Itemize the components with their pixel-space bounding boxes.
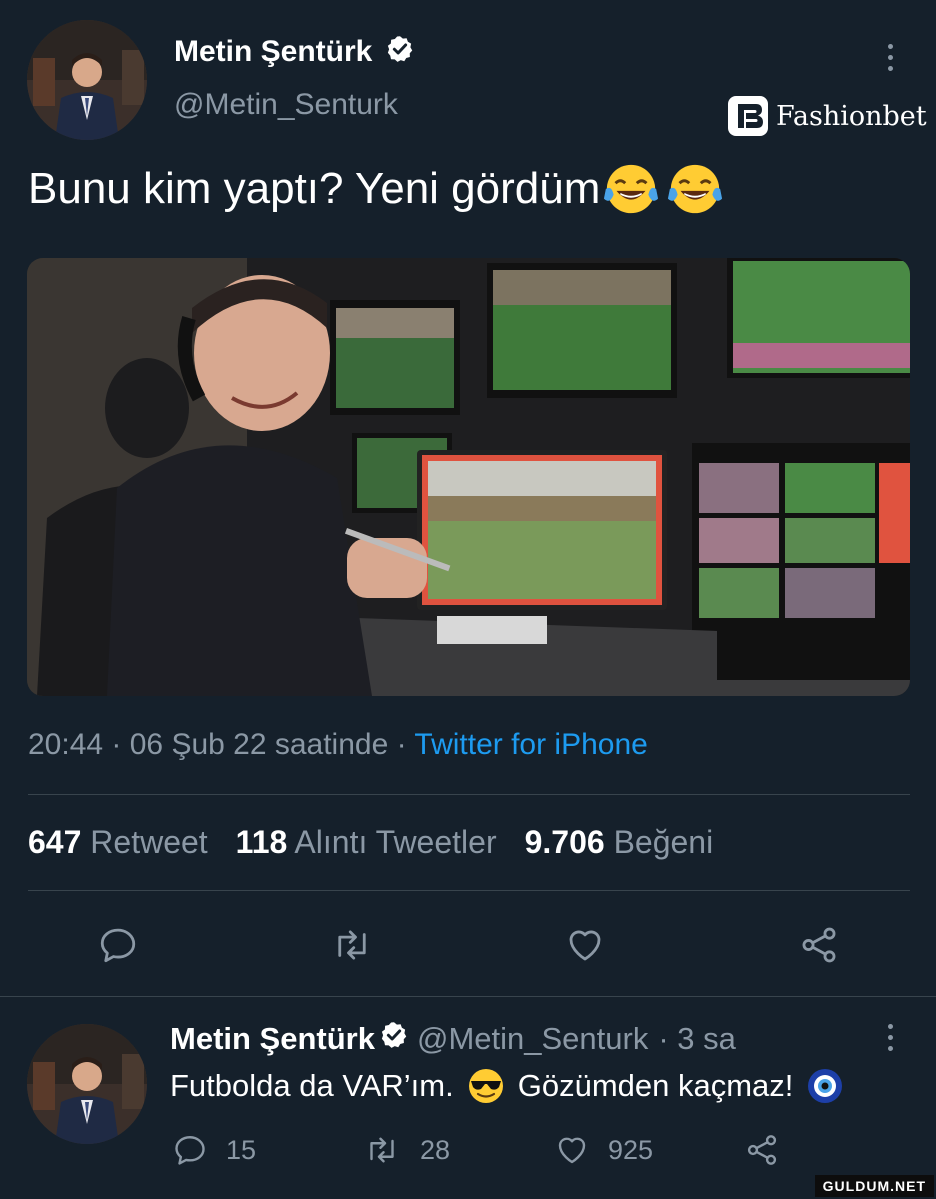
tweet-stats: 647 Retweet 118 Alıntı Tweetler 9.706 Be… xyxy=(28,824,713,861)
reply-share-action[interactable] xyxy=(744,1132,780,1173)
reply-count: 15 xyxy=(226,1134,257,1165)
tears-of-joy-emoji-icon xyxy=(604,164,659,214)
retweet-icon xyxy=(370,1137,394,1163)
author-name[interactable]: Metin Şentürk xyxy=(174,35,372,68)
reply-text-part1: Futbolda da VAR’ım. xyxy=(170,1068,454,1103)
reply-author-handle[interactable]: @Metin_Senturk xyxy=(417,1021,648,1057)
fashionbet-wordmark: Fashionbet xyxy=(776,100,927,132)
reply-retweet-action[interactable]: 28 xyxy=(362,1132,450,1168)
reply-author-avatar[interactable] xyxy=(27,1024,147,1144)
site-watermark: GULDUM.NET xyxy=(814,1175,934,1197)
like-icon[interactable] xyxy=(564,924,606,966)
reply-header: Metin Şentürk @Metin_Senturk · 3 sa xyxy=(170,1020,736,1058)
tweet-text: Bunu kim yaptı? Yeni gördüm xyxy=(28,164,601,213)
reply-time[interactable]: · 3 sa xyxy=(658,1021,736,1057)
reply-more-options-icon[interactable] xyxy=(886,1024,894,1051)
nazar-amulet-emoji-icon xyxy=(808,1069,843,1103)
verified-badge-icon xyxy=(385,34,415,72)
tweet-photo[interactable] xyxy=(27,258,910,696)
fashionbet-logo: Fashionbet xyxy=(726,94,927,138)
tweet-text-row: Bunu kim yaptı? Yeni gördüm xyxy=(28,160,724,218)
retweet-stat[interactable]: 647 Retweet xyxy=(28,824,208,861)
reply-text-part2: Gözümden kaçmaz! xyxy=(517,1068,794,1103)
verified-badge-icon xyxy=(379,1020,409,1058)
reply-author-name[interactable]: Metin Şentürk xyxy=(170,1021,375,1057)
tweet-source-link[interactable]: Twitter for iPhone xyxy=(414,728,647,761)
reply-icon[interactable] xyxy=(97,924,139,966)
reply-like-action[interactable]: 925 xyxy=(554,1132,653,1168)
reply-reply-action[interactable]: 15 xyxy=(172,1132,256,1168)
reply-icon xyxy=(175,1136,205,1165)
tears-of-joy-emoji-icon xyxy=(668,164,723,214)
share-icon xyxy=(747,1135,777,1165)
retweet-count: 28 xyxy=(420,1134,451,1165)
author-name-row: Metin Şentürk xyxy=(174,34,415,72)
retweet-icon[interactable] xyxy=(330,924,374,966)
reply-text-row: Futbolda da VAR’ım. Gözümden kaçmaz! xyxy=(170,1066,845,1106)
fashionbet-logo-icon xyxy=(728,96,768,136)
section-divider xyxy=(0,996,936,997)
divider xyxy=(28,794,910,795)
likes-stat[interactable]: 9.706 Beğeni xyxy=(525,824,714,861)
author-handle[interactable]: @Metin_Senturk xyxy=(174,88,398,122)
divider xyxy=(28,890,910,891)
like-icon xyxy=(558,1137,586,1164)
sunglasses-emoji-icon xyxy=(468,1069,503,1103)
tweet-timestamp-row: 20:44 · 06 Şub 22 saatinde · Twitter for… xyxy=(28,728,648,762)
tweet-timestamp[interactable]: 20:44 · 06 Şub 22 saatinde · xyxy=(28,728,414,761)
more-options-icon[interactable] xyxy=(886,44,894,71)
quote-tweets-stat[interactable]: 118 Alıntı Tweetler xyxy=(236,824,497,861)
like-count: 925 xyxy=(608,1134,654,1165)
author-avatar[interactable] xyxy=(27,20,147,140)
share-icon[interactable] xyxy=(798,924,840,966)
